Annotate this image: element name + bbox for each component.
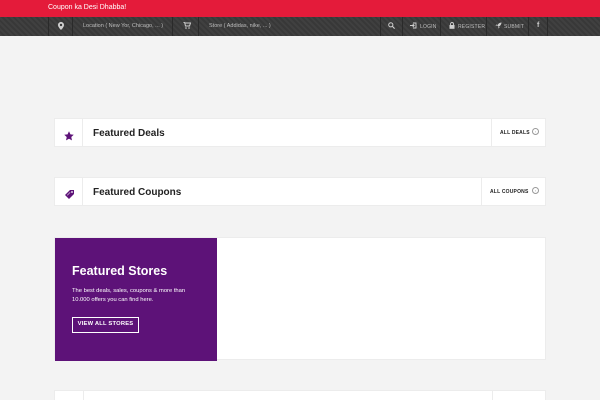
map-marker-icon (58, 22, 64, 32)
search-icon (388, 22, 395, 31)
all-coupons-link[interactable]: ALL COUPONS › (481, 178, 545, 205)
featured-stores-panel: Featured Stores The best deals, sales, c… (54, 237, 546, 361)
featured-stores-description: The best deals, sales, coupons & more th… (72, 288, 186, 303)
featured-deals-panel: Featured Deals ALL DEALS › (54, 118, 546, 147)
circle-arrow-icon: › (532, 187, 539, 194)
lock-icon (449, 22, 455, 31)
location-input[interactable]: Location ( New Yor, Chicago, ... ) (72, 17, 172, 36)
featured-deals-title: Featured Deals (93, 128, 165, 139)
divider (492, 391, 493, 400)
login-button[interactable]: LOGIN (402, 17, 440, 36)
featured-coupons-icon-box (55, 178, 83, 205)
featured-coupons-panel: Featured Coupons ALL COUPONS › (54, 177, 546, 206)
featured-stores-title: Featured Stores (72, 264, 168, 278)
view-all-stores-button[interactable]: VIEW ALL STORES (72, 317, 139, 333)
facebook-button[interactable]: f (528, 17, 548, 36)
search-button[interactable] (380, 17, 402, 36)
facebook-icon: f (537, 22, 540, 29)
star-icon (64, 128, 74, 146)
register-button[interactable]: REGISTER (440, 17, 486, 36)
all-deals-link[interactable]: ALL DEALS › (491, 119, 545, 146)
store-input[interactable]: Store ( Addidas, nike, ... ) (198, 17, 380, 36)
all-deals-label: ALL DEALS (500, 130, 530, 136)
featured-coupons-title: Featured Coupons (93, 187, 182, 198)
featured-deals-icon-box (55, 119, 83, 146)
submit-label: SUBMIT (504, 24, 525, 30)
store-placeholder: Store ( Addidas, nike, ... ) (209, 23, 271, 29)
cart-icon (183, 21, 192, 31)
submit-button[interactable]: SUBMIT (486, 17, 528, 36)
circle-arrow-icon: › (532, 128, 539, 135)
featured-stores-promo: Featured Stores The best deals, sales, c… (55, 238, 217, 361)
login-label: LOGIN (420, 24, 437, 30)
register-label: REGISTER (458, 24, 486, 30)
coupon-tag-icon (64, 187, 75, 205)
divider (83, 391, 84, 400)
site-brand[interactable]: Coupon ka Desi Dhabba! (48, 4, 126, 11)
top-bar: Coupon ka Desi Dhabba! (0, 0, 600, 17)
location-placeholder: Location ( New Yor, Chicago, ... ) (83, 23, 164, 29)
location-segment[interactable] (48, 17, 72, 36)
rocket-icon (495, 22, 502, 31)
next-section-panel (54, 390, 546, 400)
store-segment[interactable] (172, 17, 198, 36)
sign-in-icon (410, 22, 417, 31)
all-coupons-label: ALL COUPONS (490, 189, 529, 195)
search-bar: Location ( New Yor, Chicago, ... ) Store… (0, 17, 600, 36)
